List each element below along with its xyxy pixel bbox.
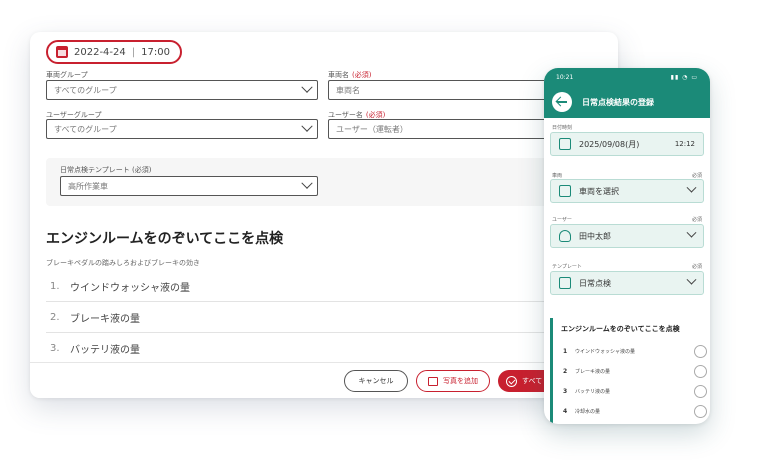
check-item[interactable]: 2. ブレーキ液の量 xyxy=(46,303,606,333)
add-photo-button-label: 写真を追加 xyxy=(443,377,478,385)
mobile-section-title: エンジンルームをのぞいてここを点検 xyxy=(561,325,680,333)
time-value: 17:00 xyxy=(141,46,170,58)
add-photo-button[interactable]: 写真を追加 xyxy=(416,370,490,392)
check-item-text: バッテリ液の量 xyxy=(575,388,611,395)
photo-icon xyxy=(428,376,438,386)
stage: 2022-4-24 | 17:00 車両グループ すべてのグループ 車両名 (必須… xyxy=(0,0,760,474)
mobile-check-item[interactable]: 1 ウインドウォッシャ液の量 xyxy=(563,341,707,361)
user-name-label-text: ユーザー名 xyxy=(328,111,363,119)
chevron-down-icon xyxy=(301,177,313,189)
check-circle-icon[interactable] xyxy=(694,344,707,358)
vehicle-group-label: 車両グループ xyxy=(46,71,88,79)
mobile-check-item[interactable]: 4 冷却水の量 xyxy=(563,401,707,421)
required-mark: (必須) xyxy=(365,111,386,119)
time-value: 12:12 xyxy=(674,140,695,148)
required-mark: 必須 xyxy=(691,173,702,179)
check-item-text: ウインドウォッシャ液の量 xyxy=(70,283,190,294)
calendar-icon xyxy=(56,46,68,58)
chevron-down-icon xyxy=(686,182,697,193)
calendar-icon xyxy=(559,138,571,150)
date-value: 2025/09/08(月) xyxy=(579,139,640,149)
user-value: 田中太郎 xyxy=(579,231,611,241)
check-item-text: ウインドウォッシャ液の量 xyxy=(575,348,636,355)
section-title: エンジンルームをのぞいてここを点検 xyxy=(46,231,284,247)
check-all-button-label: すべて xyxy=(522,377,543,385)
desktop-form-card: 2022-4-24 | 17:00 車両グループ すべてのグループ 車両名 (必須… xyxy=(30,32,618,398)
chevron-down-icon xyxy=(301,120,313,132)
datetime-label: 日付時刻 xyxy=(552,125,573,131)
user-select[interactable]: 田中太郎 xyxy=(550,224,704,248)
check-item-text: ブレーキ液の量 xyxy=(575,368,611,375)
check-item-text: ブレーキ液の量 xyxy=(70,314,140,325)
check-circle-icon xyxy=(506,375,517,387)
chevron-down-icon xyxy=(686,274,697,285)
datetime-pill[interactable]: 2022-4-24 | 17:00 xyxy=(46,40,182,64)
back-arrow-icon[interactable] xyxy=(552,92,572,112)
template-value: 日常点検 xyxy=(579,278,611,288)
check-circle-icon[interactable] xyxy=(694,404,707,418)
cancel-button[interactable]: キャンセル xyxy=(344,370,408,392)
vehicle-name-label: 車両名 (必須) xyxy=(328,70,371,80)
status-time: 10:21 xyxy=(556,74,574,81)
required-mark: 必須 xyxy=(691,217,702,223)
mobile-header: 10:21 ▮▮ ◔ ▭ 日常点検結果の登録 xyxy=(544,68,710,118)
template-label: 日常点検テンプレート (必須) xyxy=(60,166,152,174)
vehicle-select[interactable]: 車両を選択 xyxy=(550,179,704,203)
check-item-number: 3. xyxy=(50,343,60,354)
mobile-check-item[interactable]: 3 バッテリ液の量 xyxy=(563,381,707,401)
chevron-down-icon xyxy=(301,81,313,93)
user-label: ユーザー xyxy=(552,217,572,223)
date-separator: | xyxy=(131,46,136,58)
datetime-field[interactable]: 2025/09/08(月) 12:12 xyxy=(550,132,704,156)
vehicle-group-select[interactable]: すべてのグループ xyxy=(46,80,318,100)
user-group-value: すべてのグループ xyxy=(54,124,117,134)
required-mark: (必須) xyxy=(352,71,372,79)
check-item-text: 冷却水の量 xyxy=(575,408,601,415)
check-item[interactable]: 1. ウインドウォッシャ液の量 xyxy=(46,272,606,302)
vehicle-group-value: すべてのグループ xyxy=(54,85,117,95)
template-select[interactable]: 日常点検 xyxy=(550,271,704,295)
user-icon xyxy=(559,230,571,242)
vehicle-name-label-text: 車両名 xyxy=(328,71,349,79)
template-select[interactable]: 高所作業車 xyxy=(60,176,318,196)
status-icons: ▮▮ ◔ ▭ xyxy=(670,74,698,81)
mobile-title: 日常点検結果の登録 xyxy=(582,98,654,107)
mobile-check-item[interactable]: 2 ブレーキ液の量 xyxy=(563,361,707,381)
user-name-placeholder: ユーザー（運転者） xyxy=(336,124,408,134)
form-footer: キャンセル 写真を追加 すべて xyxy=(30,362,618,398)
cancel-button-label: キャンセル xyxy=(358,377,394,385)
template-label: テンプレート xyxy=(552,264,582,270)
check-circle-icon[interactable] xyxy=(694,364,707,378)
check-item-text: バッテリ液の量 xyxy=(70,345,140,356)
check-item-number: 1 xyxy=(563,347,568,355)
vehicle-label: 車両 xyxy=(552,173,563,179)
check-item-number: 2. xyxy=(50,312,60,323)
check-circle-icon[interactable] xyxy=(694,384,707,398)
date-value: 2022-4-24 xyxy=(74,46,126,58)
vehicle-name-placeholder: 車両名 xyxy=(336,85,360,95)
template-icon xyxy=(559,277,571,289)
required-mark: 必須 xyxy=(691,264,702,270)
vehicle-value: 車両を選択 xyxy=(579,186,619,196)
template-value: 高所作業車 xyxy=(68,181,108,191)
check-item[interactable]: 3. バッテリ液の量 xyxy=(46,334,606,364)
check-item-number: 1. xyxy=(50,281,60,292)
check-item-number: 2 xyxy=(563,367,568,375)
section-subtitle: ブレーキペダルの踏みしろおよびブレーキの効き xyxy=(46,259,200,267)
check-item-number: 4 xyxy=(563,407,568,415)
mobile-check-section: エンジンルームをのぞいてここを点検 1 ウインドウォッシャ液の量 2 ブレーキ液… xyxy=(550,318,710,424)
template-section: 日常点検テンプレート (必須) 高所作業車 xyxy=(46,158,606,206)
user-group-select[interactable]: すべてのグループ xyxy=(46,119,318,139)
check-item-number: 3 xyxy=(563,387,568,395)
chevron-down-icon xyxy=(686,227,697,238)
mobile-app-screen: 10:21 ▮▮ ◔ ▭ 日常点検結果の登録 日付時刻 2025/09/08(月… xyxy=(544,68,710,424)
car-icon xyxy=(559,185,571,197)
